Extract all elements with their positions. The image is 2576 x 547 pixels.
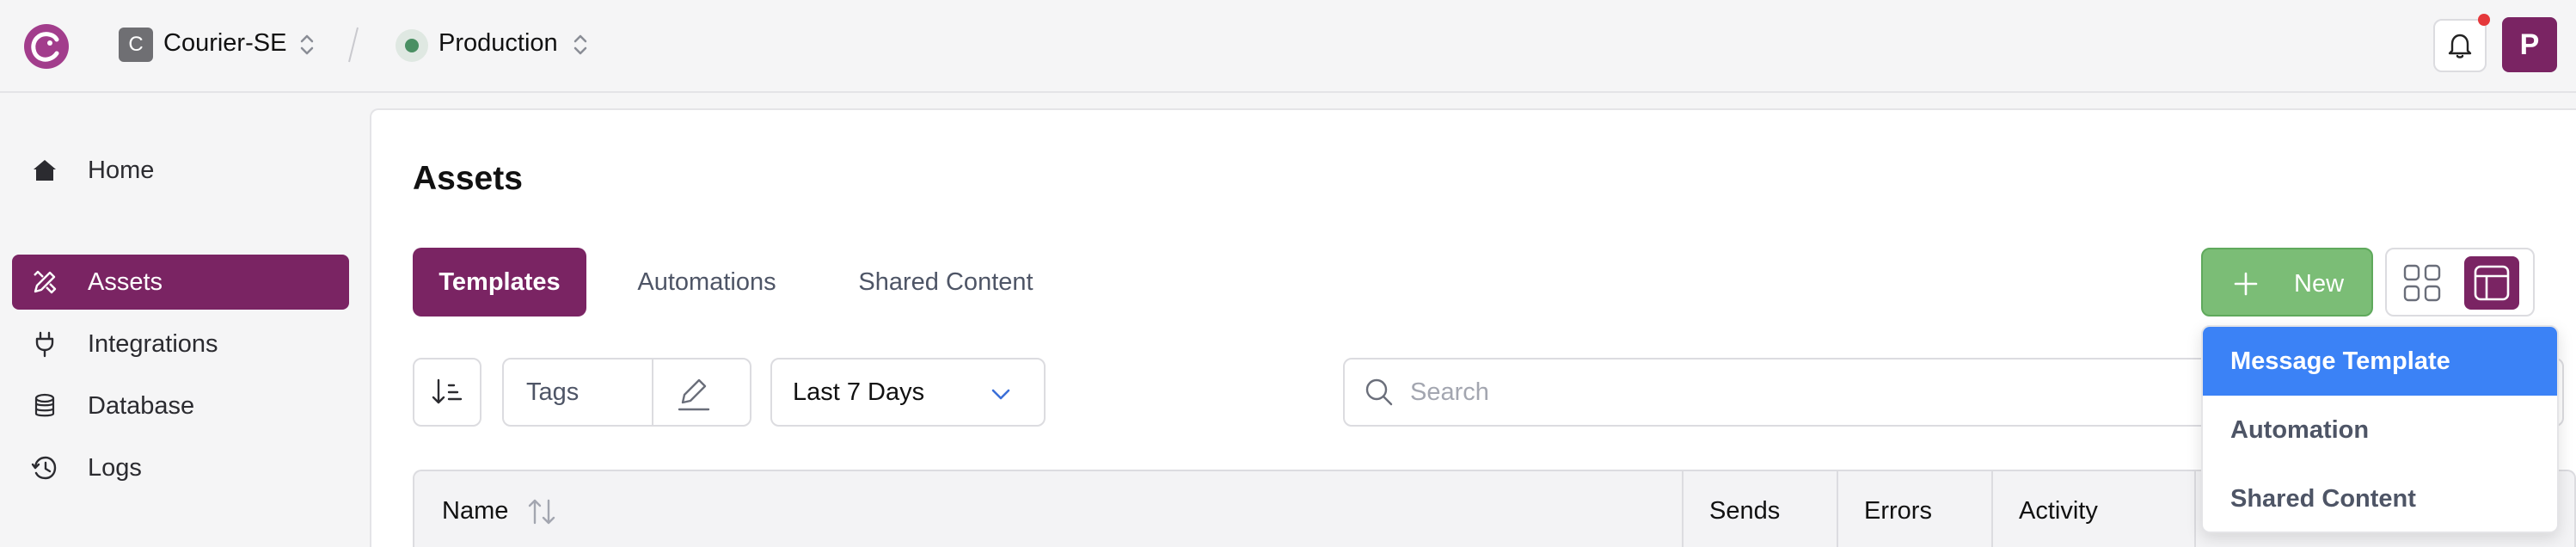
menu-item-shared-content[interactable]: Shared Content [2203, 464, 2557, 532]
avatar[interactable]: P [2502, 17, 2557, 72]
column-divider [1682, 471, 1684, 547]
sort-button[interactable] [413, 358, 481, 427]
sidebar-item-home[interactable]: Home [12, 143, 349, 198]
top-bar: C Courier-SE Production P [0, 0, 2576, 93]
grid-view-icon[interactable] [2402, 263, 2442, 303]
sort-arrows-icon[interactable] [526, 497, 559, 526]
page-title: Assets [413, 160, 523, 197]
chevron-up-down-icon[interactable] [297, 32, 316, 58]
environment-name[interactable]: Production [439, 29, 558, 58]
menu-item-automation[interactable]: Automation [2203, 396, 2557, 464]
history-icon [31, 456, 57, 480]
sidebar-item-label: Home [88, 156, 155, 184]
courier-logo-icon[interactable] [22, 22, 71, 71]
environment-status-icon[interactable] [396, 29, 428, 62]
column-divider [1837, 471, 1838, 547]
tags-filter[interactable]: Tags [502, 358, 751, 427]
plus-icon [2234, 272, 2258, 296]
column-header-errors[interactable]: Errors [1864, 497, 1932, 525]
new-button[interactable]: New [2201, 248, 2373, 317]
home-icon [34, 160, 56, 181]
database-icon [34, 393, 55, 417]
tab-templates[interactable]: Templates [413, 248, 586, 317]
new-button-label: New [2294, 270, 2345, 298]
tab-shared-content[interactable]: Shared Content [836, 248, 1056, 317]
sidebar-item-assets[interactable]: Assets [12, 255, 349, 310]
chevron-down-icon [991, 389, 1010, 400]
menu-item-message-template[interactable]: Message Template [2203, 327, 2557, 396]
tags-label: Tags [526, 378, 580, 406]
divider [652, 360, 653, 425]
table-view-button[interactable] [2464, 256, 2519, 310]
sidebar-item-logs[interactable]: Logs [12, 440, 349, 495]
sort-list-icon [432, 378, 463, 404]
sidebar: Home Assets Integrations Database Logs [0, 95, 370, 547]
column-header-activity[interactable]: Activity [2019, 497, 2098, 525]
notifications-button[interactable] [2433, 19, 2487, 72]
notification-badge [2478, 14, 2490, 26]
pen-ruler-icon [34, 270, 57, 294]
view-toggle [2385, 248, 2535, 317]
date-range-select[interactable]: Last 7 Days [770, 358, 1046, 427]
sidebar-item-label: Assets [88, 267, 163, 296]
sidebar-item-label: Database [88, 391, 195, 420]
workspace-name[interactable]: Courier-SE [163, 29, 286, 58]
column-divider [1991, 471, 1993, 547]
bell-icon [2448, 34, 2472, 58]
table-view-icon [2474, 265, 2510, 301]
plug-icon [35, 331, 54, 358]
new-menu: Message Template Automation Shared Conte… [2201, 325, 2559, 533]
search-icon [1365, 378, 1393, 406]
sidebar-item-label: Logs [88, 453, 142, 482]
column-header-sends[interactable]: Sends [1709, 497, 1780, 525]
breadcrumb-separator [348, 27, 359, 63]
chevron-up-down-icon[interactable] [571, 32, 590, 58]
tab-automations[interactable]: Automations [612, 248, 801, 317]
workspace-badge[interactable]: C [119, 28, 153, 62]
search-input[interactable] [1410, 375, 1926, 409]
date-range-value: Last 7 Days [793, 378, 925, 406]
column-header-name[interactable]: Name [442, 497, 508, 525]
sidebar-item-integrations[interactable]: Integrations [12, 317, 349, 372]
sidebar-item-database[interactable]: Database [12, 378, 349, 433]
sidebar-item-label: Integrations [88, 329, 218, 358]
edit-pencil-icon[interactable] [672, 373, 715, 413]
column-divider [2194, 471, 2196, 547]
